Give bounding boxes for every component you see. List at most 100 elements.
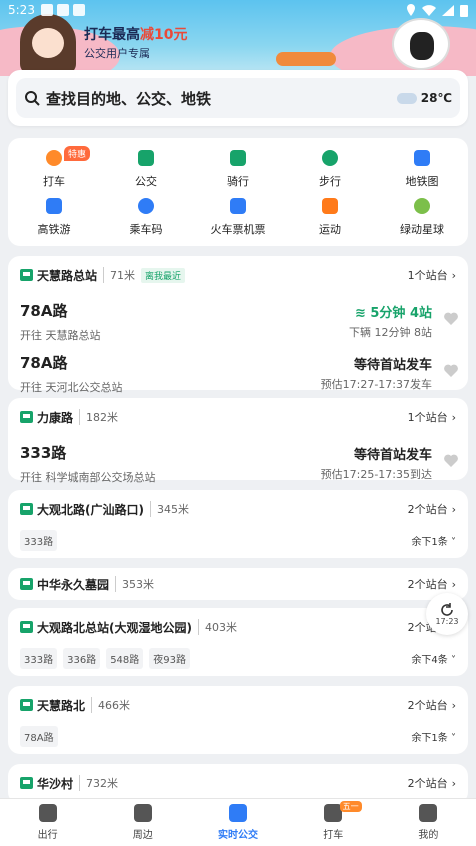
tab-profile[interactable]: 我的 — [381, 799, 476, 846]
platform-count[interactable]: 2个站台› — [408, 697, 456, 713]
bus-stop-icon — [20, 777, 33, 789]
service-subway[interactable]: 地铁图 — [376, 144, 468, 192]
route-row[interactable]: 333路 开往 科学城南部公交场总站 等待首站发车 预估17:25-17:35到… — [8, 436, 468, 488]
refresh-icon — [441, 602, 453, 616]
station-distance: 403米 — [197, 619, 237, 635]
route-chip[interactable]: 333路 — [20, 647, 58, 669]
station-header[interactable]: 华沙村 732米 2个站台 › — [8, 764, 468, 802]
more-routes[interactable]: 余下1条 ˅ — [411, 729, 456, 744]
station-card[interactable]: 中华永久墓园 353米 2个站台 › — [8, 568, 468, 600]
service-flame[interactable]: 运动 — [284, 192, 376, 240]
travel-icon — [38, 804, 57, 822]
search-input[interactable]: 查找目的地、公交、地铁 28℃ — [16, 78, 460, 118]
refresh-time: 17:23 — [435, 616, 459, 626]
tab-nearby[interactable]: 周边 — [95, 799, 190, 846]
service-walk[interactable]: 步行 — [284, 144, 376, 192]
ticket-icon — [227, 195, 249, 217]
chevron-right-icon: › — [451, 268, 456, 282]
refresh-button[interactable]: 17:23 — [426, 593, 468, 635]
service-label: 高铁游 — [37, 223, 71, 236]
chevron-right-icon: › — [451, 577, 456, 591]
planet-icon — [411, 195, 433, 217]
bus-stop-icon — [20, 411, 33, 423]
route-chip[interactable]: 336路 — [63, 647, 101, 669]
station-header[interactable]: 力康路 182米 1个站台 › — [8, 398, 468, 436]
bus-stop-icon — [20, 269, 33, 281]
platform-count[interactable]: 1个站台 › — [408, 409, 456, 425]
qr-code-icon — [135, 195, 157, 217]
station-distance: 345米 — [149, 501, 189, 517]
station-header[interactable]: 天慧路总站 71米 离我最近 1个站台 › — [8, 256, 468, 294]
platform-count[interactable]: 2个站台› — [408, 501, 456, 517]
service-taxi[interactable]: 打车 特惠 — [8, 144, 100, 192]
platform-count[interactable]: 1个站台 › — [408, 267, 456, 283]
station-name: 力康路 — [37, 410, 74, 425]
service-qr-code[interactable]: 乘车码 — [100, 192, 192, 240]
arrival-status: ≋ 5分钟 4站 — [354, 306, 432, 321]
station-header[interactable]: 大观路北总站(大观湿地公园) 403米 2个站台› — [8, 608, 468, 646]
more-routes[interactable]: 余下1条 ˅ — [411, 533, 456, 548]
station-name: 天慧路北 — [37, 698, 86, 713]
tab-realtime-bus[interactable]: 实时公交 — [190, 799, 285, 846]
route-chip[interactable]: 夜93路 — [149, 647, 191, 669]
walk-icon — [319, 147, 341, 169]
route-chip[interactable]: 333路 — [20, 529, 58, 551]
route-row[interactable]: 78A路 开往 天慧路总站 ≋ 5分钟 4站 下辆 12分钟 8站 — [8, 294, 468, 346]
station-distance: 732米 — [79, 775, 118, 791]
favorite-heart-icon[interactable] — [444, 312, 458, 325]
tab-label: 打车 — [323, 830, 344, 841]
station-name: 华沙村 — [37, 776, 74, 791]
station-card[interactable]: 力康路 182米 1个站台 › 333路 开往 科学城南部公交场总站 等待首站发车… — [8, 398, 468, 484]
promo-subtitle: 公交用户专属 — [84, 47, 150, 60]
bus-stop-icon — [20, 621, 33, 633]
favorite-heart-icon[interactable] — [444, 454, 458, 467]
station-header[interactable]: 中华永久墓园 353米 2个站台 › — [8, 568, 468, 600]
route-chip[interactable]: 78A路 — [20, 725, 58, 747]
station-card[interactable]: 天慧路总站 71米 离我最近 1个站台 › 78A路 开往 天慧路总站 ≋ 5分钟… — [8, 256, 468, 394]
station-card[interactable]: 大观路北总站(大观湿地公园) 403米 2个站台› 333路 336路 548路… — [8, 608, 468, 676]
tab-badge: 五一 — [339, 801, 362, 812]
weather-widget[interactable]: 28℃ — [396, 91, 452, 105]
platform-count[interactable]: 2个站台› — [408, 576, 456, 592]
platform-count[interactable]: 2个站台› — [408, 775, 456, 791]
tab-taxi-tab[interactable]: 打车 五一 — [286, 799, 381, 846]
chevron-down-icon: ˅ — [447, 732, 456, 744]
search-card: 查找目的地、公交、地铁 28℃ — [8, 70, 468, 126]
service-bus[interactable]: 公交 — [100, 144, 192, 192]
chevron-right-icon: › — [451, 502, 456, 516]
tab-label: 实时公交 — [218, 830, 258, 841]
notification-icon — [56, 4, 69, 16]
cloud-icon — [396, 92, 417, 104]
route-chip[interactable]: 548路 — [106, 647, 144, 669]
service-bike[interactable]: 骑行 — [192, 144, 284, 192]
nearest-tag: 离我最近 — [141, 267, 186, 283]
chevron-right-icon: › — [451, 776, 456, 790]
live-signal-icon: ≋ — [354, 306, 371, 321]
route-row[interactable]: 78A路 开往 天河北公交总站 等待首站发车 预估17:27-17:37发车 — [8, 346, 468, 398]
wifi-icon — [422, 4, 436, 16]
realtime-bus-icon — [229, 804, 247, 822]
favorite-heart-icon[interactable] — [444, 364, 458, 377]
subway-icon — [411, 147, 433, 169]
station-header[interactable]: 大观北路(广汕路口) 345米 2个站台 › — [8, 490, 468, 528]
more-routes[interactable]: 余下4条 ˅ — [411, 651, 456, 666]
train-trip-icon — [43, 195, 65, 217]
bus-stop-icon — [20, 699, 33, 711]
service-planet[interactable]: 绿动星球 — [376, 192, 468, 240]
station-card[interactable]: 大观北路(广汕路口) 345米 2个站台 › 333路 余下1条 ˅ — [8, 490, 468, 558]
chevron-down-icon: ˅ — [447, 654, 456, 666]
station-header[interactable]: 天慧路北 466米 2个站台 › — [8, 686, 468, 724]
tab-travel[interactable]: 出行 — [0, 799, 95, 846]
tab-label: 周边 — [132, 830, 153, 841]
service-label: 骑行 — [227, 175, 249, 188]
service-ticket[interactable]: 火车票机票 — [192, 192, 284, 240]
arrival-status: 等待首站发车 — [353, 448, 432, 463]
station-distance: 71米 — [103, 267, 135, 283]
estimate-time: 预估17:27-17:37发车 — [320, 378, 432, 391]
service-train-trip[interactable]: 高铁游 — [8, 192, 100, 240]
station-card[interactable]: 天慧路北 466米 2个站台 › 78A路 余下1条 ˅ — [8, 686, 468, 754]
location-icon — [407, 4, 415, 16]
car-illustration — [276, 52, 336, 66]
arrival-status: 等待首站发车 — [353, 358, 432, 373]
estimate-time: 预估17:25-17:35到达 — [320, 468, 432, 481]
